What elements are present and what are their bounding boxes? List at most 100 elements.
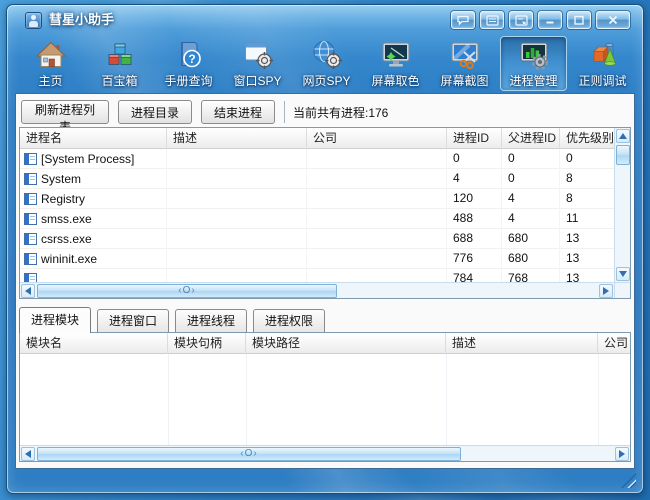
column-header-company[interactable]: 公司 bbox=[307, 128, 447, 149]
tab-process-threads[interactable]: 进程线程 bbox=[175, 309, 247, 332]
window-title: 彗星小助手 bbox=[49, 5, 114, 35]
message-window-icon bbox=[486, 15, 499, 26]
toolbar-item-process-manager[interactable]: 进程管理 bbox=[500, 36, 567, 91]
horizontal-scrollbar-thumb[interactable]: ‹O› bbox=[37, 447, 461, 461]
right-arrow-icon bbox=[619, 450, 625, 458]
app-logo-icon bbox=[25, 12, 42, 29]
column-header-module-name[interactable]: 模块名 bbox=[20, 333, 168, 354]
toolbar-item-web-spy[interactable]: 网页SPY bbox=[293, 36, 360, 91]
horizontal-scrollbar[interactable]: ‹O› bbox=[20, 282, 614, 298]
toolbar-label: 网页SPY bbox=[302, 72, 350, 89]
horizontal-scrollbar-thumb[interactable]: ‹O› bbox=[37, 284, 337, 298]
table-row[interactable]: [System Process] 0 0 0 bbox=[20, 149, 614, 169]
process-table: 进程名 描述 公司 进程ID 父进程ID 优先级别 [System Proces… bbox=[19, 127, 631, 299]
toolbar-item-color-picker[interactable]: 屏幕取色 bbox=[362, 36, 429, 91]
resize-grip[interactable] bbox=[621, 473, 636, 488]
process-icon bbox=[24, 213, 37, 225]
module-table: 模块名 模块句柄 模块路径 描述 公司 ‹O› bbox=[19, 332, 631, 462]
column-header-module-handle[interactable]: 模块句柄 bbox=[168, 333, 246, 354]
column-header-module-path[interactable]: 模块路径 bbox=[246, 333, 446, 354]
close-icon bbox=[607, 15, 619, 25]
scroll-left-button[interactable] bbox=[21, 284, 35, 298]
left-arrow-icon bbox=[25, 450, 31, 458]
module-table-header: 模块名 模块句柄 模块路径 描述 公司 bbox=[20, 333, 630, 354]
table-row-partial[interactable]: 784 768 13 bbox=[20, 269, 614, 282]
toolbar-label: 主页 bbox=[38, 72, 62, 89]
process-table-header: 进程名 描述 公司 进程ID 父进程ID 优先级别 bbox=[20, 128, 630, 149]
scroll-up-button[interactable] bbox=[616, 129, 630, 143]
toolbar-label: 正则调试 bbox=[578, 72, 626, 89]
process-icon bbox=[24, 273, 37, 282]
title-bar[interactable]: 彗星小助手 bbox=[7, 5, 643, 36]
process-icon bbox=[24, 193, 37, 205]
screenshot-icon bbox=[449, 39, 481, 71]
svg-text:?: ? bbox=[188, 52, 195, 66]
column-header-ppid[interactable]: 父进程ID bbox=[502, 128, 560, 149]
refresh-process-list-button[interactable]: 刷新进程列表 bbox=[21, 100, 109, 124]
table-row[interactable]: Registry 120 4 8 bbox=[20, 189, 614, 209]
toolbar-label: 屏幕取色 bbox=[371, 72, 419, 89]
toolbar-item-manual-search[interactable]: ? 手册查询 bbox=[155, 36, 222, 91]
minimize-button[interactable] bbox=[538, 11, 562, 29]
process-icon bbox=[24, 173, 37, 185]
chat-bubble-icon bbox=[456, 15, 470, 26]
toolbar-label: 屏幕截图 bbox=[440, 72, 488, 89]
module-table-body bbox=[20, 354, 630, 445]
column-header-description[interactable]: 描述 bbox=[167, 128, 307, 149]
table-row[interactable]: wininit.exe 776 680 13 bbox=[20, 249, 614, 269]
up-arrow-icon bbox=[619, 133, 627, 139]
kill-process-button[interactable]: 结束进程 bbox=[201, 100, 275, 124]
tab-process-permissions[interactable]: 进程权限 bbox=[253, 309, 325, 332]
minimize-icon bbox=[544, 15, 556, 25]
web-spy-icon bbox=[311, 39, 343, 71]
toolbar-item-home[interactable]: 主页 bbox=[17, 36, 84, 91]
scrollbar-gripper-icon: ‹O› bbox=[240, 448, 257, 460]
table-row[interactable]: csrss.exe 688 680 13 bbox=[20, 229, 614, 249]
vertical-scrollbar-thumb[interactable] bbox=[616, 145, 630, 165]
toolbar-label: 窗口SPY bbox=[233, 72, 281, 89]
process-count-text: 当前共有进程:176 bbox=[293, 104, 388, 121]
close-button[interactable] bbox=[596, 11, 630, 29]
message-window-button[interactable] bbox=[480, 11, 504, 29]
table-row[interactable]: smss.exe 488 4 11 bbox=[20, 209, 614, 229]
scroll-down-button[interactable] bbox=[616, 267, 630, 281]
horizontal-scrollbar[interactable]: ‹O› bbox=[20, 445, 630, 461]
toolbar-label: 进程管理 bbox=[509, 72, 557, 89]
home-icon bbox=[35, 39, 67, 71]
window-spy-icon bbox=[242, 39, 274, 71]
tab-process-modules[interactable]: 进程模块 bbox=[19, 307, 91, 333]
toolbar-item-screenshot[interactable]: 屏幕截图 bbox=[431, 36, 498, 91]
process-table-body: [System Process] 0 0 0 System 4 0 8 bbox=[20, 149, 614, 282]
column-header-process-name[interactable]: 进程名 bbox=[20, 128, 167, 149]
process-icon bbox=[24, 253, 37, 265]
process-icon bbox=[24, 153, 37, 165]
toolbar-item-window-spy[interactable]: 窗口SPY bbox=[224, 36, 291, 91]
toolbar-label: 手册查询 bbox=[164, 72, 212, 89]
toolbox-icon bbox=[104, 39, 136, 71]
scroll-left-button[interactable] bbox=[21, 447, 35, 461]
toolbar-item-toolbox[interactable]: 百宝箱 bbox=[86, 36, 153, 91]
toolbar-item-regex-debug[interactable]: 正则调试 bbox=[569, 36, 636, 91]
table-row[interactable]: System 4 0 8 bbox=[20, 169, 614, 189]
scroll-right-button[interactable] bbox=[615, 447, 629, 461]
manual-search-icon: ? bbox=[173, 39, 205, 71]
color-picker-icon bbox=[380, 39, 412, 71]
window-controls bbox=[451, 11, 630, 29]
process-directory-button[interactable]: 进程目录 bbox=[118, 100, 192, 124]
column-header-module-description[interactable]: 描述 bbox=[446, 333, 598, 354]
desktop-background: 彗星小助手 bbox=[0, 0, 650, 500]
column-header-module-company[interactable]: 公司 bbox=[598, 333, 630, 354]
column-header-pid[interactable]: 进程ID bbox=[447, 128, 502, 149]
maximize-button[interactable] bbox=[567, 11, 591, 29]
column-grid-line bbox=[598, 354, 599, 445]
regex-debug-icon bbox=[587, 39, 619, 71]
tab-process-windows[interactable]: 进程窗口 bbox=[97, 309, 169, 332]
chat-bubble-button[interactable] bbox=[451, 11, 475, 29]
down-arrow-icon bbox=[619, 271, 627, 277]
scroll-right-button[interactable] bbox=[599, 284, 613, 298]
popout-window-icon bbox=[515, 15, 528, 26]
popout-window-button[interactable] bbox=[509, 11, 533, 29]
toolbar-label: 百宝箱 bbox=[101, 72, 137, 89]
scrollbar-corner bbox=[614, 282, 630, 298]
vertical-scrollbar[interactable] bbox=[614, 128, 630, 282]
